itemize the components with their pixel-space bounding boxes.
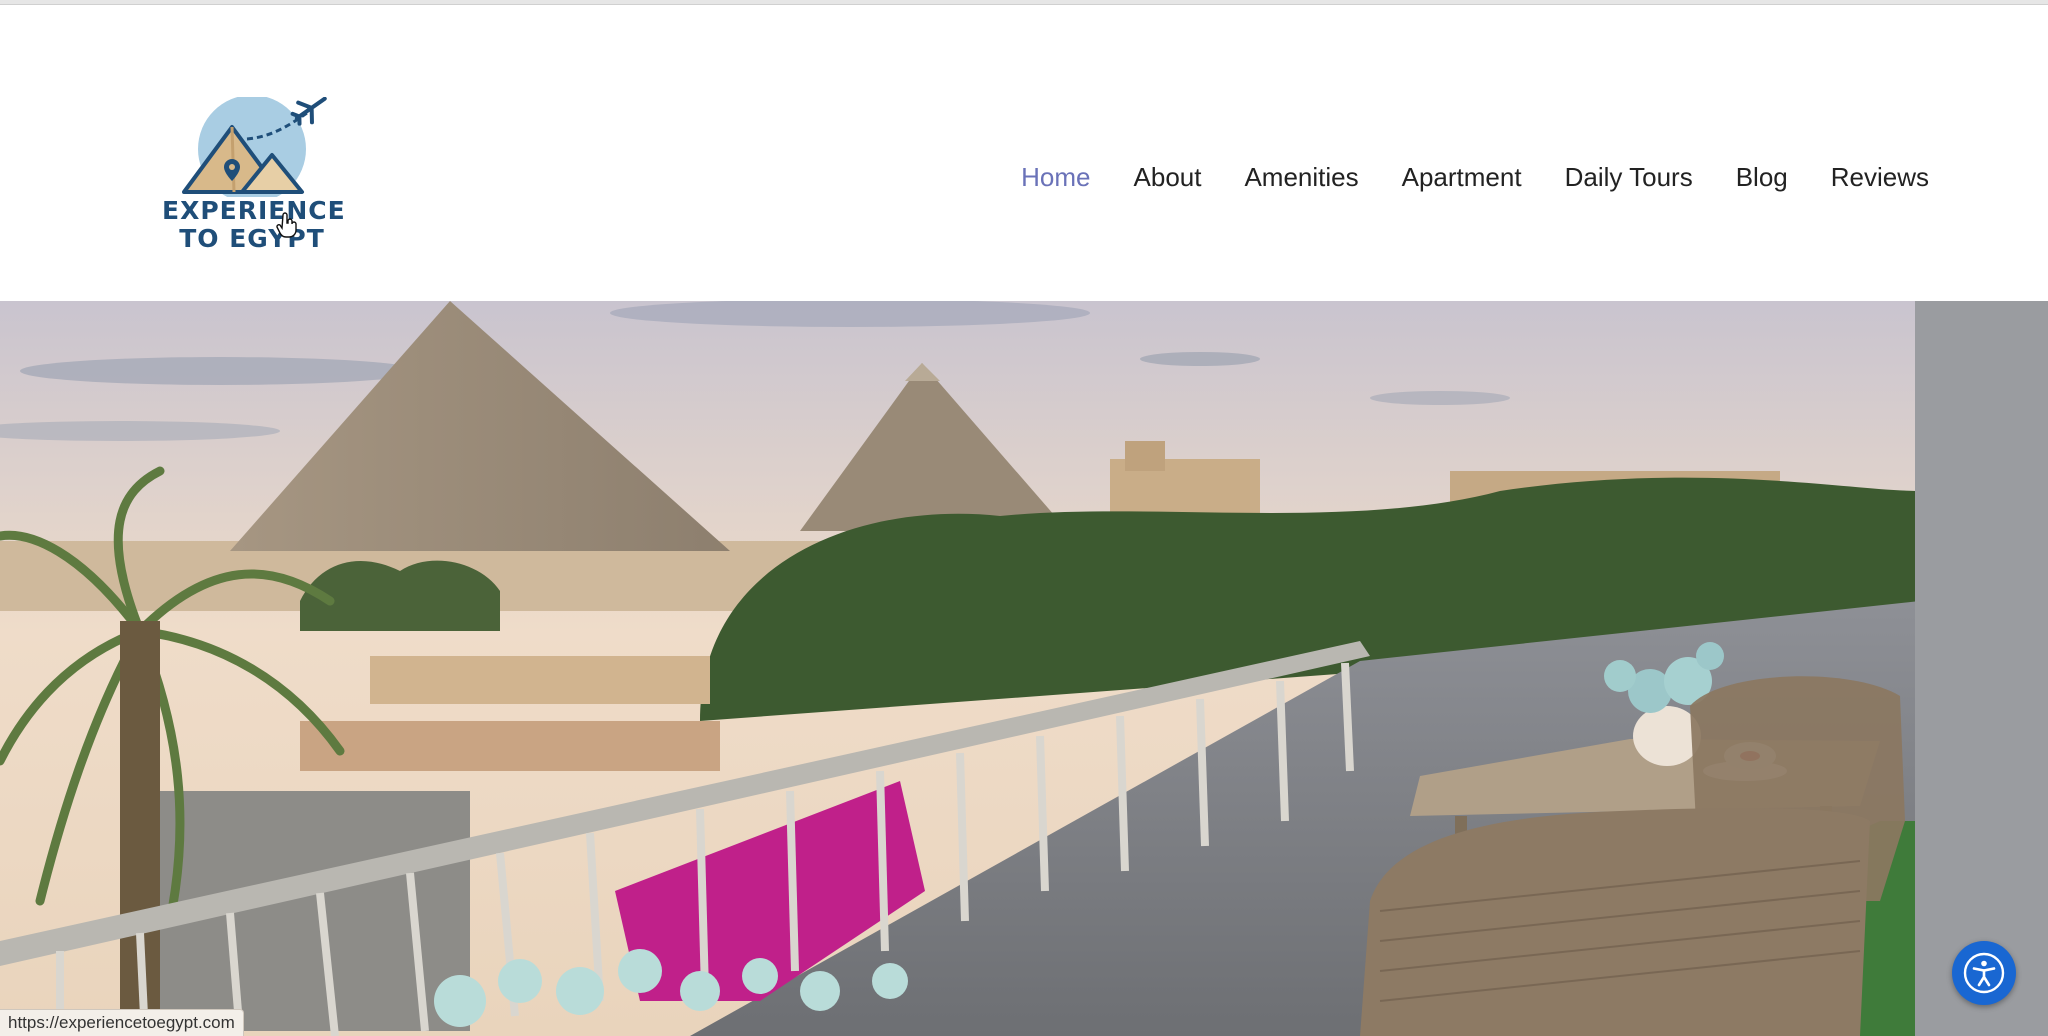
hero-photo-pyramids-balcony [0,301,2048,1036]
site-logo[interactable]: EXPERIENCE TO EGYPT [162,97,346,267]
nav-about[interactable]: About [1134,162,1202,193]
accessibility-icon [1963,952,2005,994]
nav-daily-tours[interactable]: Daily Tours [1565,162,1693,193]
logo-pyramids-icon [182,97,327,197]
site-header: EXPERIENCE TO EGYPT Home About Amenities… [0,5,2048,301]
hand-cursor-icon [276,212,297,238]
logo-text-line2: TO EGYPT [179,224,325,253]
nav-apartment[interactable]: Apartment [1402,162,1522,193]
logo-text-line1: EXPERIENCE [162,196,346,225]
main-navigation: Home About Amenities Apartment Daily Tou… [1021,157,1929,197]
accessibility-button[interactable] [1952,941,2016,1005]
hero-image [0,301,2048,1036]
nav-home[interactable]: Home [1021,162,1090,193]
status-bar-url: https://experiencetoegypt.com [0,1009,244,1036]
nav-blog[interactable]: Blog [1736,162,1788,193]
nav-amenities[interactable]: Amenities [1244,162,1358,193]
nav-reviews[interactable]: Reviews [1831,162,1929,193]
